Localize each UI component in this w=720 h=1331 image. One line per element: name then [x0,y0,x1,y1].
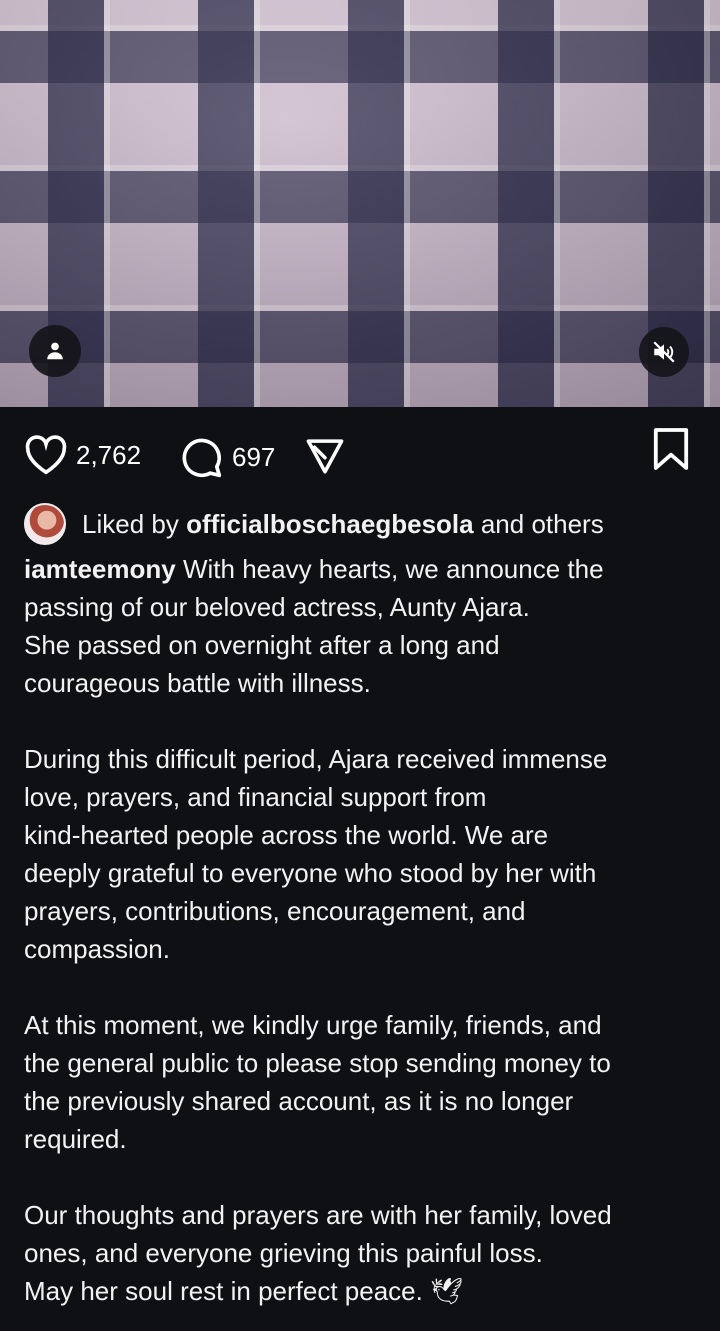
person-icon [47,342,63,360]
caption-line: the general public to please stop sendin… [24,1048,611,1078]
caption-line: the previously shared account, as it is … [24,1086,574,1116]
caption-line: iamteemony With heavy hearts, we announc… [24,554,604,584]
heart-icon [25,435,67,475]
post-actions-bar: 2,762 697 [0,407,720,501]
like-count[interactable]: 2,762 [76,440,141,471]
comment-bubble-icon [182,438,222,478]
dove-emoji: 🕊 [430,1276,464,1306]
caption-line: kind-hearted people across the world. We… [24,820,549,850]
mute-button[interactable] [639,327,689,377]
caption-line: prayers, contributions, encouragement, a… [24,896,526,926]
caption-line: Our thoughts and prayers are with her fa… [24,1200,612,1230]
send-icon [306,439,344,474]
caption-username[interactable]: iamteemony [24,554,176,584]
caption-line: She passed on overnight after a long and [24,630,500,660]
caption-line: love, prayers, and financial support fro… [24,782,487,812]
liker-avatar[interactable] [24,503,66,545]
caption-line: deeply grateful to everyone who stood by… [24,858,597,888]
liked-by-row: Liked by officialboschaegbesola and othe… [24,503,704,545]
caption-line: compassion. [24,934,170,964]
caption-line: required. [24,1124,127,1154]
caption-line: passing of our beloved actress, Aunty Aj… [24,592,530,622]
share-button[interactable] [302,435,348,477]
post-media[interactable] [0,0,720,407]
caption-line: ones, and everyone grieving this painful… [24,1238,543,1268]
post-caption: iamteemony With heavy hearts, we announc… [24,550,704,1310]
speaker-muted-icon [653,341,675,363]
comment-button[interactable]: 697 [178,435,275,479]
like-button[interactable]: 2,762 [24,435,141,475]
comment-count[interactable]: 697 [232,442,275,473]
caption-line: During this difficult period, Ajara rece… [24,744,608,774]
caption-line: May her soul rest in perfect peace. 🕊 [24,1272,704,1310]
liked-by-prefix: Liked by [82,508,179,539]
liked-by-username[interactable]: officialboschaegbesola [186,509,474,540]
save-button[interactable] [652,428,690,475]
caption-line: courageous battle with illness. [24,668,371,698]
liked-by-suffix[interactable]: and others [481,509,604,540]
bookmark-icon [653,428,689,470]
caption-line: At this moment, we kindly urge family, f… [24,1010,602,1040]
tagged-users-button[interactable] [29,325,81,377]
